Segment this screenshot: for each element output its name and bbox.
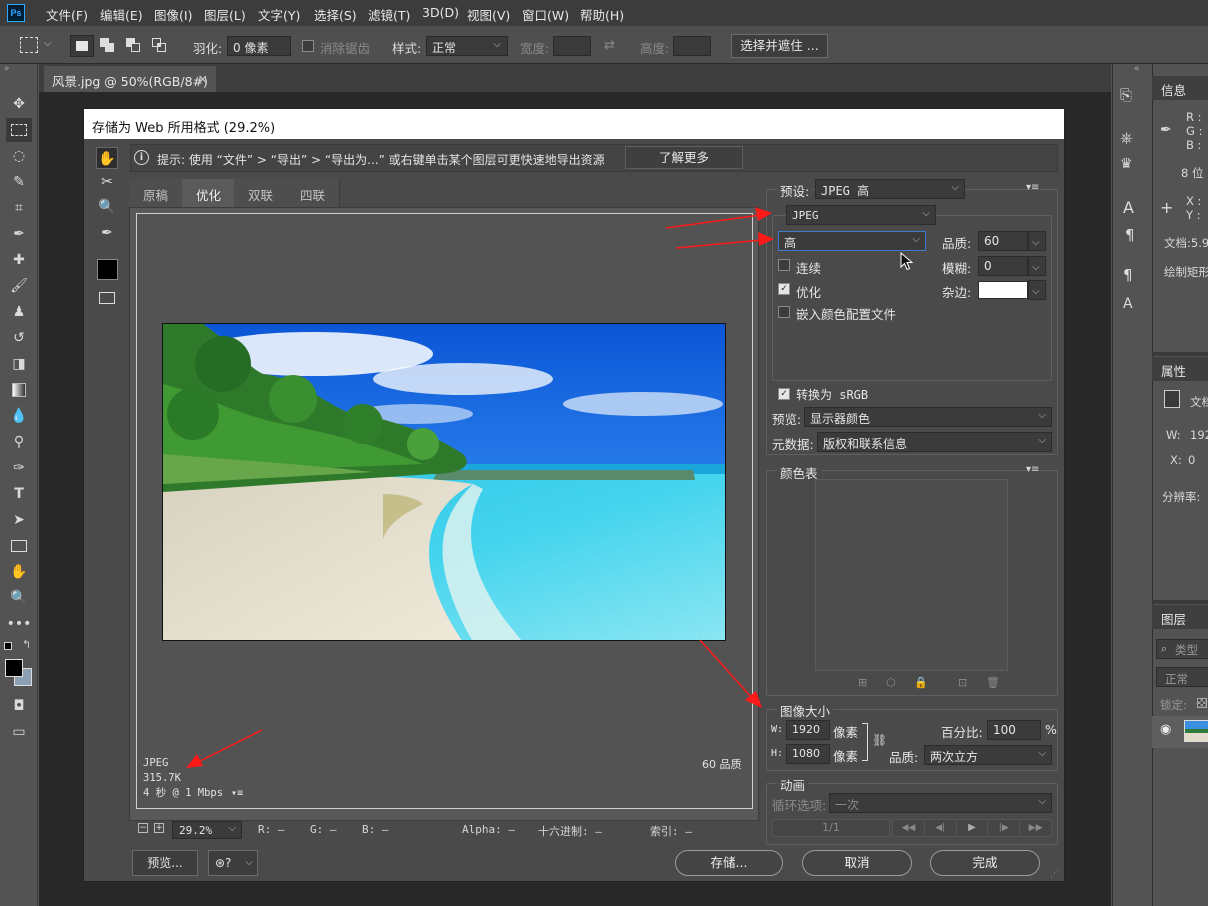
annotation-arrows	[186, 207, 774, 768]
arrow-to-file-info-icon	[186, 729, 263, 768]
arrow-to-image-size-icon	[699, 639, 762, 708]
arrow-to-quality-preset-icon	[675, 232, 774, 249]
arrow-to-format-icon	[665, 207, 772, 229]
